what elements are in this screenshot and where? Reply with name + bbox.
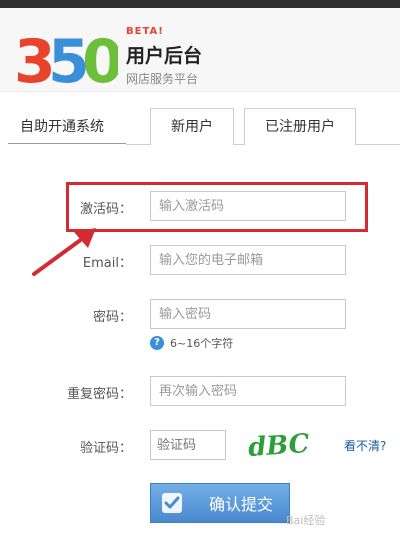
submit-button[interactable]: 确认提交	[150, 483, 290, 523]
watermark: Bai经验	[286, 514, 326, 527]
check-icon	[162, 493, 182, 513]
svg-text:0: 0	[82, 28, 118, 88]
captcha-input[interactable]	[150, 430, 226, 460]
tab-new-user[interactable]: 新用户	[150, 108, 234, 145]
captcha-text: dBC	[247, 429, 311, 463]
submit-label: 确认提交	[209, 495, 274, 514]
captcha-label: 验证码：	[79, 441, 132, 456]
brand-title: 用户后台	[126, 45, 203, 67]
refresh-captcha-link[interactable]: 看不清?	[344, 437, 386, 454]
top-bar	[0, 0, 400, 8]
beta-badge: BETA!	[126, 26, 164, 37]
logo-350: 3 5 0	[14, 28, 118, 88]
confirm-password-input[interactable]	[150, 376, 346, 406]
email-input[interactable]	[150, 245, 346, 275]
confirm-password-label: 重复密码：	[66, 387, 132, 402]
password-hint: ? 6~16个字符	[150, 335, 233, 351]
tab-registered-user[interactable]: 已注册用户	[244, 108, 356, 145]
tab-self-service[interactable]: 自助开通系统	[8, 108, 126, 144]
password-hint-text: 6~16个字符	[170, 337, 234, 350]
password-label: 密码：	[92, 310, 132, 325]
header: 3 5 0 BETA! 用户后台 网店服务平台	[0, 8, 400, 92]
captcha-image[interactable]: dBC	[246, 425, 312, 463]
question-icon: ?	[150, 336, 164, 350]
highlight-box	[66, 182, 368, 232]
email-label: Email：	[82, 256, 132, 271]
brand-subtitle: 网店服务平台	[126, 72, 199, 86]
password-input[interactable]	[150, 299, 346, 329]
